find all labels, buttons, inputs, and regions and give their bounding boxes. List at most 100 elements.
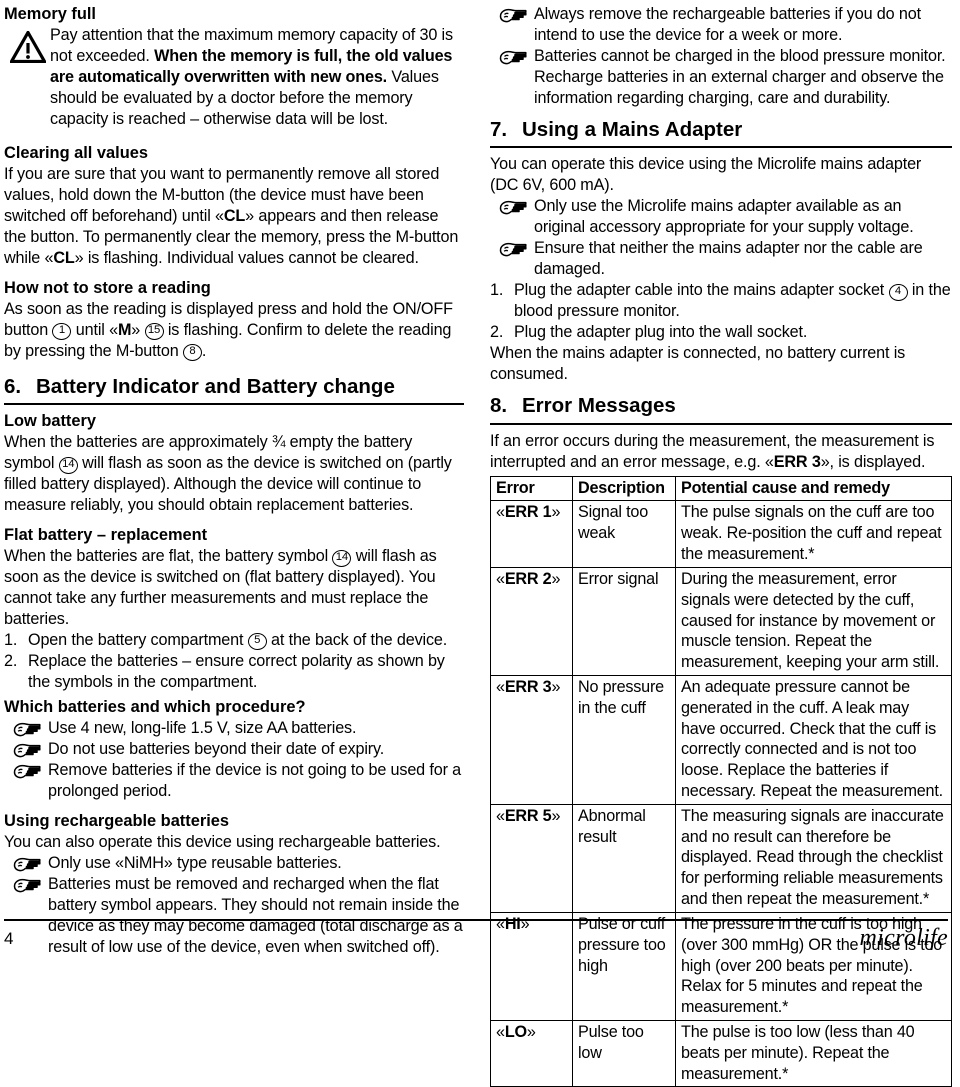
error-messages-table: Error Description Potential cause and re…	[490, 475, 952, 1087]
memory-full-warning-block: Pay attention that the maximum memory ca…	[4, 25, 464, 130]
section-7-item-2-marker: 2.	[490, 323, 504, 342]
table-row: «LO» Pulse too low The pulse is too low …	[490, 1019, 952, 1087]
hnts-text-e: .	[201, 341, 207, 360]
error-description-cell: Error signal	[572, 566, 676, 676]
section-6-rule	[4, 403, 464, 406]
error-code-cell: «LO»	[490, 1019, 573, 1087]
ref-circle-14-low: 14	[58, 456, 78, 474]
ref-circle-1: 1	[52, 323, 72, 341]
page-number: 4	[4, 929, 14, 948]
flat-battery-text-a: When the batteries are flat, the battery…	[4, 547, 333, 566]
ref-circle-14-flat: 14	[332, 549, 352, 567]
section-7-rule	[490, 146, 952, 149]
error-remedy-cell: The pulse signals on the cuff are too we…	[675, 500, 952, 568]
error-code: ERR 1	[504, 503, 552, 522]
list-item: Ensure that neither the mains adapter no…	[490, 238, 952, 280]
list-item: 1. Plug the adapter cable into the mains…	[490, 280, 952, 322]
manual-page: Memory full Pay attention that the maxim…	[0, 0, 960, 1087]
error-code-cell: «ERR 2»	[490, 566, 573, 676]
error-code: ERR 3	[504, 677, 552, 696]
which-batteries-heading: Which batteries and which procedure?	[4, 697, 306, 716]
warning-triangle-icon	[4, 25, 50, 63]
pointing-hand-icon	[490, 46, 534, 66]
flat-battery-item-1-body: Open the battery compartment 5 at the ba…	[28, 630, 464, 651]
section-7-item-1-body: Plug the adapter cable into the mains ad…	[514, 280, 952, 322]
table-row: «ERR 5» Abnormal result The measuring si…	[490, 803, 952, 913]
list-item: 1. Open the battery compartment 5 at the…	[4, 630, 464, 651]
clearing-all-values-text: If you are sure that you want to permane…	[4, 164, 464, 269]
error-remedy-cell: The measuring signals are inaccurate and…	[675, 803, 952, 913]
which-batteries-bullet-2: Do not use batteries beyond their date o…	[48, 739, 385, 758]
error-remedy-cell: During the measurement, error signals we…	[675, 566, 952, 676]
error-description-cell: No pressure in the cuff	[572, 674, 676, 805]
error-code: ERR 2	[504, 569, 552, 588]
low-battery-heading: Low battery	[4, 412, 96, 431]
pointing-hand-icon	[4, 739, 48, 759]
right-column: Always remove the rechargeable batteries…	[480, 0, 960, 1087]
low-battery-text: When the batteries are approximately ¾ e…	[4, 432, 464, 516]
section-7-list: Only use the Microlife mains adapter ava…	[490, 196, 952, 280]
table-row: «ERR 1» Signal too weak The pulse signal…	[490, 500, 952, 568]
section-6-title: Battery Indicator and Battery change	[36, 374, 395, 398]
section-7-bullet-1: Only use the Microlife mains adapter ava…	[534, 197, 914, 237]
section-7-closing: When the mains adapter is connected, no …	[490, 344, 906, 384]
list-item: Use 4 new, long-life 1.5 V, size AA batt…	[4, 718, 464, 739]
section-7-title: Using a Mains Adapter	[522, 117, 743, 141]
section-8-intro: If an error occurs during the measuremen…	[490, 431, 952, 473]
error-code: ERR 5	[504, 806, 552, 825]
section-8-title: Error Messages	[522, 394, 676, 418]
rechargeable-bullet-1: Only use «NiMH» type reusable batteries.	[48, 853, 342, 872]
error-description-cell: Pulse too low	[572, 1019, 676, 1087]
error-remedy-cell: The pulse is too low (less than 40 beats…	[675, 1019, 952, 1087]
fb1-text-b: at the back of the device.	[266, 630, 448, 649]
error-code: LO	[504, 1022, 527, 1041]
section-7-item-2-body: Plug the adapter plug into the wall sock…	[514, 323, 808, 342]
error-code-cell: «ERR 1»	[490, 500, 573, 568]
section-8-number: 8.	[490, 394, 508, 418]
pointing-hand-icon	[4, 718, 48, 738]
which-batteries-bullet-3: Remove batteries if the device is not go…	[48, 760, 462, 800]
error-description-cell: Abnormal result	[572, 803, 676, 913]
section-6-heading: 6. Battery Indicator and Battery change	[4, 375, 464, 400]
s7i1-text-a: Plug the adapter cable into the mains ad…	[514, 281, 889, 300]
list-item: 2. Replace the batteries – ensure correc…	[4, 651, 464, 693]
hnts-text-b: until «	[71, 320, 118, 339]
hnts-text-c: »	[131, 320, 145, 339]
list-item: Batteries cannot be charged in the blood…	[490, 46, 952, 109]
ref-circle-4: 4	[888, 283, 908, 301]
list-item: Do not use batteries beyond their date o…	[4, 739, 464, 760]
memory-full-heading: Memory full	[4, 5, 96, 23]
error-remedy-cell: An adequate pressure cannot be generated…	[675, 674, 952, 805]
how-not-to-store-heading: How not to store a reading	[4, 278, 211, 297]
pointing-hand-icon	[490, 4, 534, 24]
microlife-logo: microlife	[859, 925, 948, 951]
flat-battery-heading: Flat battery – replacement	[4, 526, 208, 545]
which-batteries-list: Use 4 new, long-life 1.5 V, size AA batt…	[4, 718, 464, 802]
footer-rule	[4, 919, 948, 921]
list-item: Always remove the rechargeable batteries…	[490, 4, 952, 46]
list-item: 2. Plug the adapter plug into the wall s…	[490, 322, 952, 343]
flat-battery-item-2-marker: 2.	[4, 651, 18, 670]
section-7-bullet-2: Ensure that neither the mains adapter no…	[534, 239, 923, 279]
section-8-rule	[490, 422, 952, 425]
table-row: «ERR 2» Error signal During the measurem…	[490, 566, 952, 676]
pointing-hand-icon	[4, 853, 48, 873]
ref-circle-8: 8	[182, 344, 202, 362]
clearing-cl-2: CL	[53, 248, 75, 267]
section-7-number: 7.	[490, 117, 508, 141]
ref-circle-5: 5	[247, 633, 267, 651]
section-8-heading: 8. Error Messages	[490, 394, 952, 419]
pointing-hand-icon	[4, 874, 48, 894]
table-header-description: Description	[572, 475, 676, 502]
ref-circle-15: 15	[144, 323, 164, 341]
pointing-hand-icon	[4, 760, 48, 780]
table-header-error: Error	[490, 475, 573, 502]
two-column-layout: Memory full Pay attention that the maxim…	[0, 0, 960, 1087]
section-7-item-1-marker: 1.	[490, 281, 504, 300]
left-column: Memory full Pay attention that the maxim…	[0, 0, 480, 965]
s8-intro-b: », is displayed.	[820, 452, 926, 471]
rechargeable-heading: Using rechargeable batteries	[4, 811, 230, 830]
table-header-row: Error Description Potential cause and re…	[490, 475, 952, 502]
section-6-number: 6.	[4, 374, 22, 398]
section-7-intro: You can operate this device using the Mi…	[490, 155, 922, 195]
